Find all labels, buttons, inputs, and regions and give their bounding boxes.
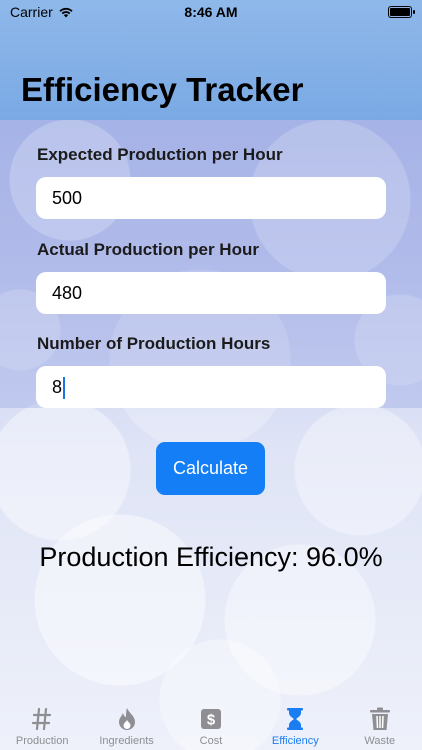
tab-label: Ingredients: [99, 735, 154, 747]
svg-text:$: $: [207, 712, 216, 729]
actual-production-input[interactable]: 480: [36, 272, 386, 314]
production-hours-value: 8: [52, 377, 63, 397]
production-hours-label: Number of Production Hours: [37, 334, 271, 353]
calculate-button[interactable]: Calculate: [156, 442, 265, 495]
tab-cost[interactable]: $ Cost: [169, 706, 253, 747]
trash-icon: [367, 706, 393, 732]
actual-production-label: Actual Production per Hour: [37, 240, 259, 259]
expected-production-label: Expected Production per Hour: [37, 145, 283, 164]
efficiency-result: Production Efficiency: 96.0%: [39, 542, 383, 572]
production-hours-input[interactable]: 8: [36, 366, 386, 408]
text-caret: [63, 377, 66, 400]
status-time: 8:46 AM: [184, 4, 238, 20]
page-title: Efficiency Tracker: [21, 71, 304, 108]
tab-bar: Production Ingredients $ Cost Efficiency…: [0, 700, 422, 750]
tab-label: Production: [15, 735, 69, 747]
tab-label: Efficiency: [271, 735, 319, 747]
tab-efficiency[interactable]: Efficiency: [253, 706, 337, 747]
tab-production[interactable]: Production: [0, 706, 84, 747]
expected-production-input[interactable]: 500: [36, 177, 386, 219]
tab-label: Waste: [364, 735, 396, 747]
battery-icon: [388, 6, 415, 18]
flame-icon: [114, 706, 140, 732]
hash-icon: [29, 706, 55, 732]
dollar-icon: $: [198, 706, 224, 732]
tab-ingredients[interactable]: Ingredients: [85, 706, 169, 747]
status-bar: Carrier 8:46 AM: [0, 0, 422, 24]
tab-label: Cost: [199, 735, 223, 747]
tab-waste[interactable]: Waste: [338, 706, 422, 747]
hourglass-icon: [282, 706, 308, 732]
